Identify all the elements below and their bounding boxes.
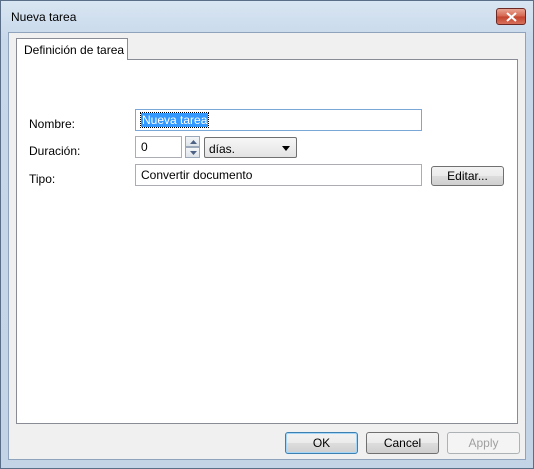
ok-button[interactable]: OK (285, 432, 358, 454)
tab-label: Definición de tarea (24, 43, 125, 57)
duration-field-value: 0 (141, 140, 148, 154)
stepper-up-button[interactable] (185, 136, 200, 147)
name-field-value: Nueva tarea (139, 112, 210, 128)
type-field-value: Convertir documento (141, 168, 253, 182)
edit-button[interactable]: Editar... (431, 166, 504, 186)
type-label: Tipo: (29, 172, 56, 186)
duration-unit-value: días. (209, 142, 236, 156)
cancel-button[interactable]: Cancel (366, 432, 439, 454)
chevron-down-icon (282, 146, 290, 151)
tab-panel: Nombre: Nueva tarea Duración: 0 días. Ti… (16, 59, 518, 424)
name-field[interactable]: Nueva tarea (135, 109, 422, 131)
duration-label: Duración: (29, 144, 81, 158)
duration-unit-select[interactable]: días. (204, 137, 297, 158)
duration-stepper[interactable] (185, 136, 200, 158)
type-field: Convertir documento (135, 164, 422, 186)
close-icon (506, 12, 517, 22)
arrow-up-icon (190, 140, 197, 144)
stepper-down-button[interactable] (185, 147, 200, 158)
title-bar[interactable]: Nueva tarea (1, 1, 533, 33)
dialog-client-area: Definición de tarea Nombre: Nueva tarea … (8, 32, 526, 460)
apply-button[interactable]: Apply (447, 432, 520, 454)
name-label: Nombre: (29, 117, 76, 131)
tab-definicion-de-tarea[interactable]: Definición de tarea (16, 38, 128, 60)
window-title: Nueva tarea (11, 10, 77, 24)
dialog-window: Nueva tarea Definición de tarea Nombre: … (0, 0, 534, 469)
duration-field[interactable]: 0 (135, 136, 182, 158)
close-button[interactable] (496, 8, 526, 25)
arrow-down-icon (190, 151, 197, 155)
